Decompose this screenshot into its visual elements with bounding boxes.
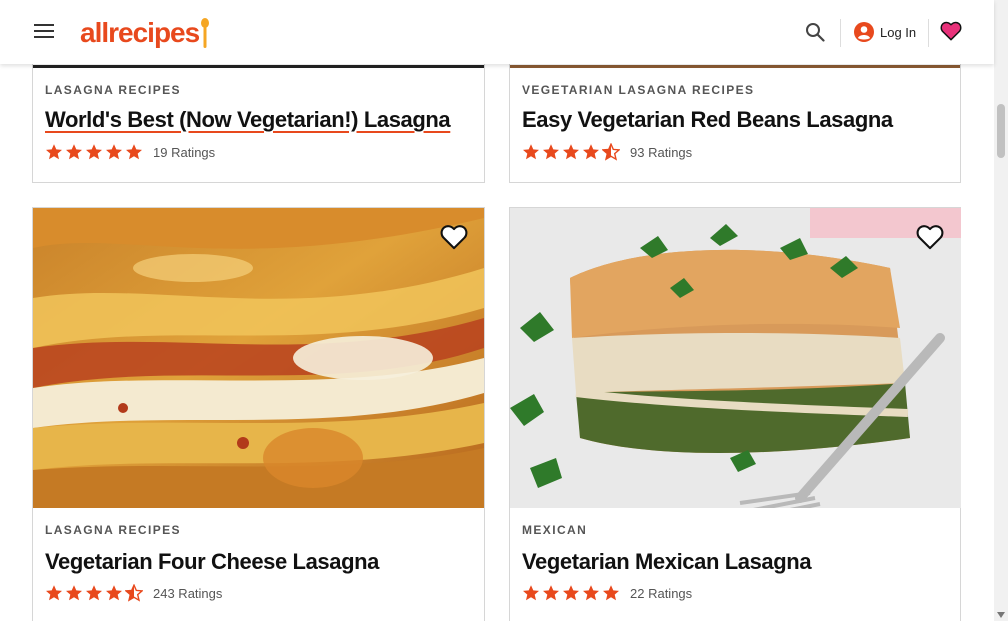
card-rating: 93 Ratings: [522, 143, 692, 161]
scrollbar-thumb[interactable]: [997, 104, 1005, 158]
header-divider: [840, 19, 841, 47]
star-icon: [523, 585, 539, 601]
scroll-down-arrow-icon[interactable]: [997, 612, 1005, 618]
star-icon: [583, 144, 599, 160]
search-icon[interactable]: [805, 22, 825, 42]
card-category[interactable]: VEGETARIAN LASAGNA RECIPES: [522, 83, 754, 97]
star-icon: [86, 144, 102, 160]
login-button[interactable]: Log In: [854, 20, 916, 44]
account-icon: [854, 22, 874, 42]
allrecipes-logo[interactable]: allrecipes: [80, 14, 210, 50]
star-rating: [45, 143, 145, 161]
card-category[interactable]: LASAGNA RECIPES: [45, 83, 181, 97]
recipe-photo[interactable]: [33, 208, 484, 508]
star-icon: [46, 144, 62, 160]
card-title[interactable]: Easy Vegetarian Red Beans Lasagna: [522, 107, 893, 133]
card-image-edge: [510, 65, 960, 68]
spoon-icon: [201, 18, 210, 48]
page: allrecipes Log In LASAGNA RECIPES World'…: [0, 0, 1008, 621]
login-label: Log In: [880, 24, 917, 40]
header-divider: [928, 19, 929, 47]
star-rating: [45, 584, 145, 602]
star-icon: [563, 585, 579, 601]
star-icon: [66, 144, 82, 160]
card-rating: 19 Ratings: [45, 143, 215, 161]
recipe-card[interactable]: MEXICAN Vegetarian Mexican Lasagna 22 Ra…: [509, 207, 961, 621]
site-header: allrecipes Log In: [0, 0, 994, 64]
card-rating: 243 Ratings: [45, 584, 222, 602]
recipe-card[interactable]: LASAGNA RECIPES Vegetarian Four Cheese L…: [32, 207, 485, 621]
rating-count: 93 Ratings: [630, 144, 693, 160]
card-rating: 22 Ratings: [522, 584, 692, 602]
card-title[interactable]: Vegetarian Four Cheese Lasagna: [45, 549, 379, 575]
heart-icon[interactable]: [916, 223, 944, 251]
card-category[interactable]: LASAGNA RECIPES: [45, 523, 181, 537]
recipe-photo[interactable]: [510, 208, 961, 508]
logo-text: allrecipes: [80, 17, 200, 48]
scrollbar[interactable]: [994, 0, 1008, 621]
star-icon: [46, 585, 62, 601]
star-icon: [563, 144, 579, 160]
lasagna-photo: [33, 208, 484, 508]
star-icon: [86, 585, 102, 601]
card-category[interactable]: MEXICAN: [522, 523, 587, 537]
star-rating: [522, 584, 622, 602]
rating-count: 19 Ratings: [153, 144, 216, 160]
star-half-icon: [125, 584, 143, 602]
card-image-edge: [33, 65, 484, 68]
star-icon: [603, 585, 619, 601]
card-title[interactable]: Vegetarian Mexican Lasagna: [522, 549, 812, 575]
star-icon: [523, 144, 539, 160]
star-icon: [583, 585, 599, 601]
star-icon: [106, 585, 122, 601]
star-icon: [126, 144, 142, 160]
star-icon: [543, 585, 559, 601]
star-icon: [106, 144, 122, 160]
star-half-icon: [602, 143, 620, 161]
star-rating: [522, 143, 622, 161]
star-icon: [66, 585, 82, 601]
heart-icon[interactable]: [440, 223, 468, 251]
card-title[interactable]: World's Best (Now Vegetarian!) Lasagna: [45, 107, 451, 133]
lasagna-photo: [510, 208, 961, 508]
hamburger-menu-icon[interactable]: [34, 24, 54, 40]
star-icon: [543, 144, 559, 160]
rating-count: 243 Ratings: [153, 585, 223, 601]
heart-icon[interactable]: [940, 20, 962, 42]
rating-count: 22 Ratings: [630, 585, 693, 601]
